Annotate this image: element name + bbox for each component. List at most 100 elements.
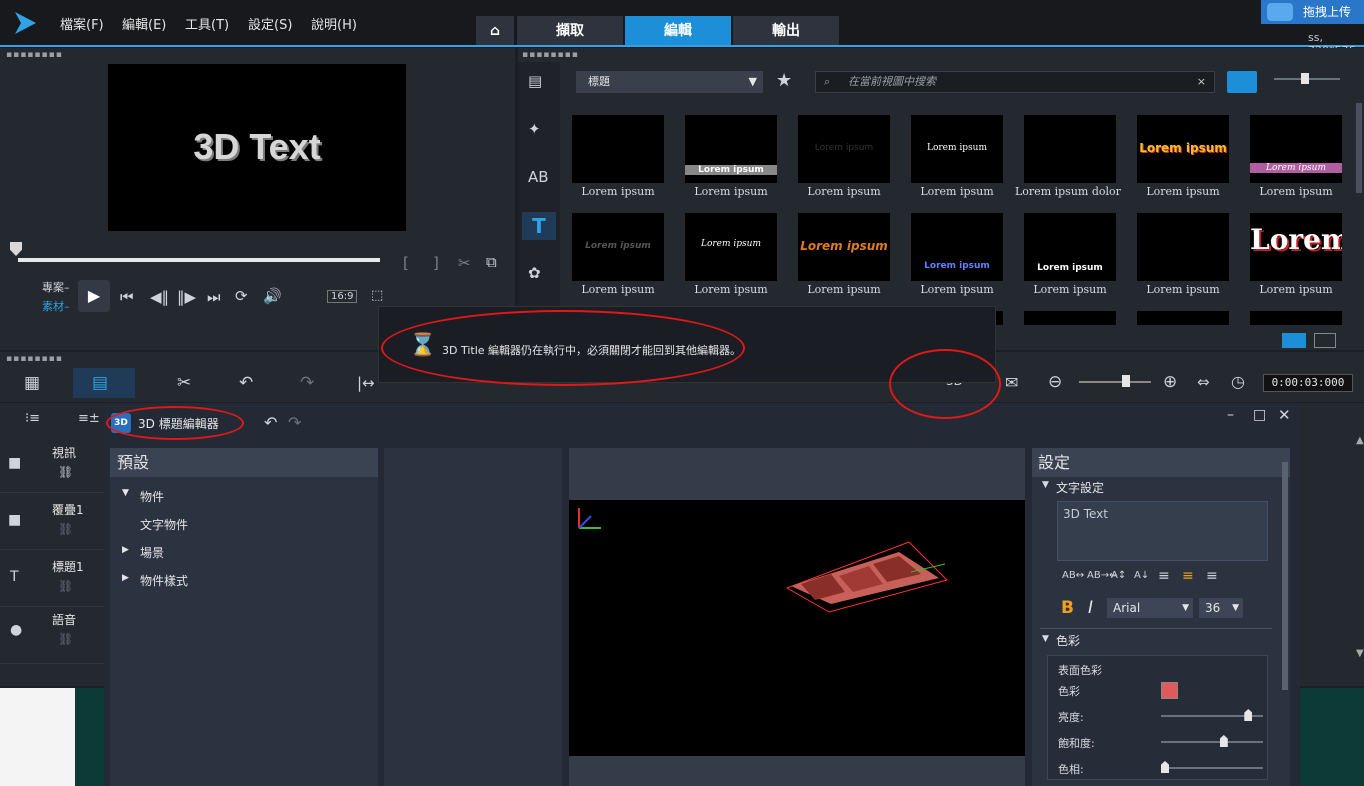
menu-edit[interactable]: 編輯(E) [122,14,166,33]
tree-objects[interactable]: 物件 [140,488,164,505]
title-thumbnail[interactable] [1250,311,1342,325]
mark-out-icon[interactable]: ] [433,254,439,272]
mail-icon[interactable]: ✉ [1005,373,1018,392]
prev-frame-icon[interactable]: ◀‖ [150,288,169,306]
collapse-icon[interactable]: ▶ [122,573,129,583]
timeline-view-button[interactable]: ▤ [73,368,135,398]
maximize-icon[interactable]: □ [1253,407,1266,423]
library-search-input[interactable]: ⌕ 在當前視圖中搜索 × [815,71,1215,93]
tree-scene[interactable]: 場景 [140,544,164,561]
go-start-icon[interactable]: ⏮ [120,288,134,306]
volume-icon[interactable]: 🔊 [263,287,282,305]
3d-text-object[interactable] [569,500,1025,756]
repeat-icon[interactable]: ⟳ [235,287,248,305]
line-spacing-narrow-icon[interactable]: A↓ [1134,570,1149,581]
ab-icon[interactable]: AB [528,168,549,186]
upload-button[interactable]: 拖拽上传 [1261,0,1364,24]
expand-icon[interactable]: ▼ [122,488,129,498]
tree-text-object[interactable]: 文字物件 [140,516,188,533]
library-scrollbar[interactable] [1356,103,1362,193]
list-view-button[interactable] [1282,333,1306,348]
bold-button[interactable]: B [1061,598,1074,618]
clear-search-icon[interactable]: × [1197,72,1206,92]
expand-icon[interactable]: ▼ [1042,634,1049,644]
font-size-select[interactable]: 36 ▼ [1199,598,1243,618]
go-end-icon[interactable]: ⏭ [207,288,221,306]
grid-view-button[interactable] [1314,333,1336,348]
scrub-bar[interactable] [18,258,380,262]
title-thumbnail[interactable]: Lorem ipsum [1250,115,1342,183]
viewport-canvas[interactable] [569,500,1025,756]
expand-icon[interactable]: ▼ [1042,480,1049,490]
undo-icon[interactable]: ↶ [239,373,253,393]
title-thumbnail[interactable]: Lorem ipsum [685,213,777,281]
aspect-ratio-button[interactable]: 16:9 [327,290,358,303]
media-icon[interactable]: ▤ [528,72,542,90]
char-spacing-icon[interactable]: AB↔ [1062,570,1084,581]
3d-viewport[interactable] [569,448,1025,786]
title-thumbnail[interactable]: Lorem ipsum [1024,213,1116,281]
tools-icon[interactable]: ✂ [177,373,191,393]
line-spacing-icon[interactable]: A↕ [1111,570,1126,581]
minimize-icon[interactable]: – [1227,407,1234,423]
track-row[interactable]: ■ 視訊 ⛓ [0,437,105,493]
zoom-knob[interactable] [1122,375,1130,387]
crop-icon[interactable]: ⬚ [371,288,383,303]
collapse-icon[interactable]: ▶ [122,545,129,555]
fit-icon[interactable]: |↔ [357,374,375,392]
title-thumbnail[interactable] [1024,311,1116,325]
link-icon[interactable]: ⛓ [58,632,73,646]
saturation-slider[interactable] [1161,741,1263,743]
tab-capture[interactable]: 擷取 [517,16,623,46]
material-label[interactable]: 素材– [42,298,70,314]
hue-slider[interactable] [1161,767,1263,769]
timecode-display[interactable]: 0:00:03:000 [1263,374,1353,392]
title-icon[interactable]: T [522,212,556,240]
thumbnail-size-knob[interactable] [1301,73,1309,84]
link-icon[interactable]: ⛓ [58,522,73,536]
color-swatch[interactable] [1161,682,1178,699]
zoom-slider[interactable] [1079,381,1151,383]
title-thumbnail[interactable]: Lorem ipsum [911,115,1003,183]
title-thumbnail[interactable] [1024,115,1116,183]
title-thumbnail[interactable] [1137,213,1229,281]
next-frame-icon[interactable]: ‖▶ [177,288,196,306]
align-left-icon[interactable]: ≡ [1158,568,1170,584]
color-section-label[interactable]: 色彩 [1056,632,1080,649]
settings-scrollbar[interactable] [1282,462,1288,690]
redo-icon[interactable]: ↷ [288,413,301,432]
title-thumbnail[interactable]: Lorem ipsum [572,213,664,281]
title-thumbnail[interactable]: Lorem ipsum [798,213,890,281]
title-thumbnail[interactable]: Lorem ipsum [1250,213,1342,281]
italic-button[interactable]: I [1088,598,1093,618]
close-icon[interactable]: ✕ [1278,406,1291,424]
title-thumbnail[interactable]: Lorem ipsum [685,115,777,183]
home-button[interactable]: ⌂ [476,16,514,46]
title-thumbnail[interactable] [1137,311,1229,325]
copy-icon[interactable]: ⧉ [486,253,497,271]
scroll-down-icon[interactable]: ▼ [1356,648,1364,659]
fit-project-icon[interactable]: ⇔ [1197,373,1210,391]
menu-file[interactable]: 檔案(F) [60,14,104,33]
font-select[interactable]: Arial ▼ [1107,598,1193,618]
text-content-field[interactable]: 3D Text [1057,501,1268,561]
view-mode-button[interactable] [1227,71,1257,93]
play-button[interactable]: ▶ [78,280,110,312]
tree-object-style[interactable]: 物件樣式 [140,572,188,589]
project-label[interactable]: 專案– [42,279,70,295]
title-thumbnail[interactable]: Lorem ipsum [1137,115,1229,183]
category-dropdown[interactable]: 標題 ▼ [576,71,763,93]
title-thumbnail[interactable] [572,115,664,183]
scroll-up-icon[interactable]: ▲ [1356,435,1364,446]
zoom-out-icon[interactable]: ⊖ [1048,372,1062,392]
undo-icon[interactable]: ↶ [264,413,277,432]
zoom-in-icon[interactable]: ⊕ [1163,372,1177,392]
graphics-icon[interactable]: ✿ [528,264,541,282]
menu-help[interactable]: 說明(H) [311,14,357,33]
text-settings-label[interactable]: 文字設定 [1056,479,1104,496]
chapter-icon[interactable]: ≡± [78,411,100,426]
add-favorite-icon[interactable]: ★ [776,70,792,91]
tab-edit[interactable]: 編輯 [625,16,731,46]
link-icon[interactable]: ⛓ [58,465,73,479]
mark-in-icon[interactable]: [ [403,254,409,272]
